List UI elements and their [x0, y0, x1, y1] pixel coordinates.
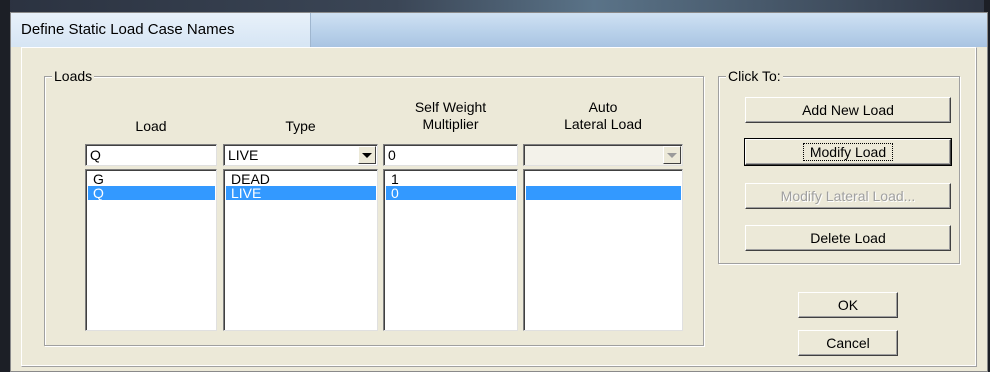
load-type-value: LIVE	[228, 147, 259, 163]
click-to-group-label: Click To:	[726, 68, 783, 84]
add-new-load-button[interactable]: Add New Load	[745, 97, 951, 123]
ok-label: OK	[837, 297, 859, 313]
header-self-weight-line2: Multiplier	[422, 116, 479, 132]
ok-button[interactable]: OK	[798, 292, 898, 318]
modify-lateral-load-button: Modify Lateral Load...	[745, 183, 951, 209]
auto-lateral-list[interactable]	[523, 169, 683, 331]
modify-load-button[interactable]: Modify Load	[744, 138, 952, 166]
list-item[interactable]: 1	[386, 172, 516, 186]
auto-lateral-load-combo	[523, 144, 683, 166]
load-name-list[interactable]: G Q	[85, 169, 217, 331]
title-bar[interactable]: Define Static Load Case Names	[11, 13, 987, 47]
load-type-combo[interactable]: LIVE	[223, 144, 378, 166]
chevron-down-icon	[362, 152, 372, 158]
desktop-background-left	[0, 0, 10, 372]
header-auto-lateral-line1: Auto	[588, 99, 618, 115]
list-item[interactable]: G	[88, 172, 215, 186]
list-item[interactable]	[526, 172, 681, 186]
modify-load-label: Modify Load	[802, 143, 894, 161]
list-item[interactable]: Q	[88, 186, 215, 200]
load-name-input[interactable]: Q	[85, 144, 217, 166]
define-static-load-case-dialog: Define Static Load Case Names Loads Load…	[10, 12, 988, 372]
cancel-label: Cancel	[826, 335, 870, 351]
click-to-group: Click To: Add New Load Modify Load Modif…	[718, 68, 960, 264]
dialog-title: Define Static Load Case Names	[11, 13, 311, 47]
loads-group-label: Loads	[52, 68, 95, 84]
loads-group: Loads Load Type Self Weight Multiplier A…	[44, 68, 704, 346]
chevron-down-icon	[667, 152, 677, 158]
header-type: Type	[285, 118, 316, 134]
load-type-dropdown-button[interactable]	[358, 146, 376, 164]
list-item[interactable]	[526, 186, 681, 200]
delete-load-label: Delete Load	[810, 230, 886, 246]
modify-lateral-load-label: Modify Lateral Load...	[780, 188, 916, 204]
header-auto-lateral-line2: Lateral Load	[564, 116, 642, 132]
list-item[interactable]: DEAD	[226, 172, 376, 186]
cancel-button[interactable]: Cancel	[798, 330, 898, 356]
header-self-weight-line1: Self Weight	[414, 99, 487, 115]
add-new-load-label: Add New Load	[802, 102, 894, 118]
auto-lateral-dropdown-button	[663, 146, 681, 164]
header-self-weight: Self Weight Multiplier	[383, 99, 518, 133]
self-weight-multiplier-input[interactable]: 0	[383, 144, 518, 166]
list-item[interactable]: 0	[386, 186, 516, 200]
header-load: Load	[135, 118, 167, 134]
list-item[interactable]: LIVE	[226, 186, 376, 200]
delete-load-button[interactable]: Delete Load	[745, 225, 951, 251]
self-weight-list[interactable]: 1 0	[383, 169, 518, 331]
dialog-client-area: Loads Load Type Self Weight Multiplier A…	[21, 47, 977, 367]
header-auto-lateral: Auto Lateral Load	[523, 99, 683, 133]
load-type-list[interactable]: DEAD LIVE	[223, 169, 378, 331]
